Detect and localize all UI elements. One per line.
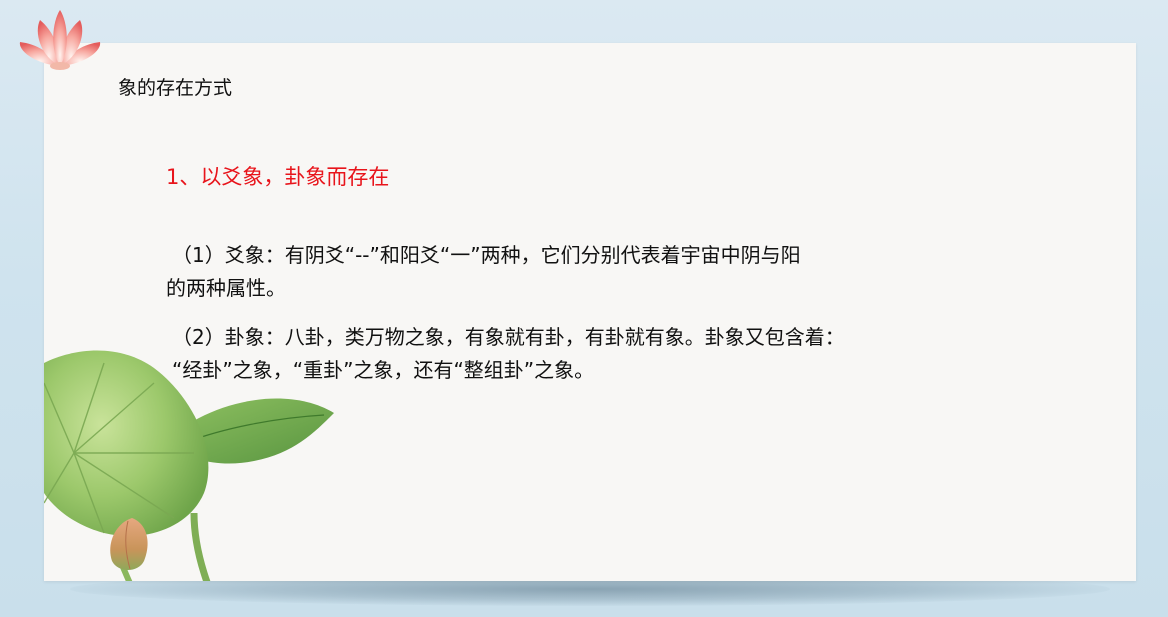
section-heading: 1、以爻象，卦象而存在	[166, 165, 390, 189]
lotus-flower-icon	[19, 10, 101, 70]
paragraph-line: 的两种属性。	[166, 276, 286, 300]
paragraph-yao-xiang: （1）爻象：有阴爻“--”和阳爻“一”两种，它们分别代表着宇宙中阴与阳 的两种属…	[166, 239, 1046, 305]
paragraph-line: （1）爻象：有阴爻“--”和阳爻“一”两种，它们分别代表着宇宙中阴与阳	[172, 243, 801, 267]
slide: 象的存在方式 1、以爻象，卦象而存在 （1）爻象：有阴爻“--”和阳爻“一”两种…	[44, 43, 1136, 581]
slide-title: 象的存在方式	[118, 77, 233, 99]
lotus-leaf-icon	[44, 350, 334, 581]
